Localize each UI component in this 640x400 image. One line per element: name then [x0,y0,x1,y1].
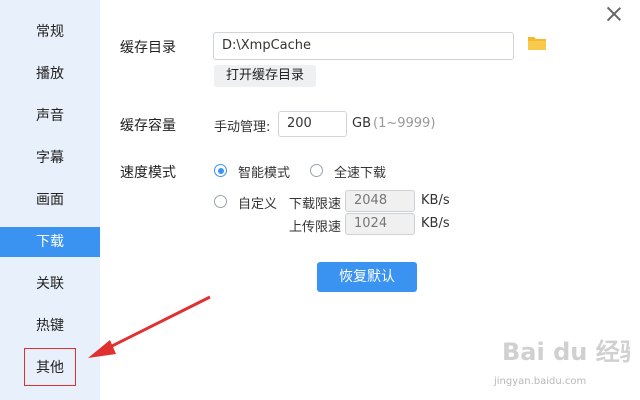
sidebar-item-label: 播放 [36,66,64,82]
annotation-highlight-box [24,348,76,386]
cache-capacity-label: 缓存容量 [120,118,176,134]
baidu-watermark-logo: Bai du 经验 [502,338,630,366]
cache-dir-label: 缓存目录 [120,40,176,56]
sidebar-item-association[interactable]: 关联 [0,269,100,299]
upload-limit-input[interactable]: 1024 [345,213,415,235]
capacity-unit: GB [352,116,371,131]
cache-capacity-input[interactable]: 200 [278,111,347,137]
open-cache-dir-button[interactable]: 打开缓存目录 [214,65,317,87]
download-limit-label: 下载限速 [289,197,342,212]
sidebar-item-picture[interactable]: 画面 [0,185,100,215]
radio-smart-mode[interactable] [214,164,227,177]
capacity-range-hint: (1~9999) [373,116,436,131]
folder-icon[interactable] [527,35,547,51]
radio-full-speed[interactable] [310,164,323,177]
sidebar-item-hotkeys[interactable]: 热键 [0,311,100,341]
close-icon[interactable] [606,6,622,22]
sidebar-item-sound[interactable]: 声音 [0,101,100,131]
cache-dir-path-input[interactable]: D:\XmpCache [213,32,514,60]
sidebar-item-general[interactable]: 常规 [0,17,100,47]
custom-label[interactable]: 自定义 [238,193,277,212]
sidebar-item-download[interactable]: 下载 [0,227,100,257]
speed-mode-label: 速度模式 [120,165,176,181]
upload-limit-unit: KB/s [421,216,450,231]
manual-management-label: 手动管理: [214,120,271,135]
sidebar-item-label: 声音 [36,108,64,124]
full-speed-label[interactable]: 全速下载 [334,162,386,181]
download-limit-input[interactable]: 2048 [345,190,415,212]
download-limit-unit: KB/s [421,193,450,208]
watermark-logo-text: Bai du 经验 [502,338,630,366]
upload-limit-label: 上传限速 [289,220,342,235]
smart-mode-label[interactable]: 智能模式 [238,162,290,181]
sidebar-item-label: 热键 [36,318,64,334]
sidebar-item-label: 常规 [36,24,64,40]
sidebar-item-label: 下载 [36,234,64,250]
sidebar-item-playback[interactable]: 播放 [0,59,100,89]
restore-defaults-button[interactable]: 恢复默认 [317,262,417,292]
watermark-url: jingyan.baidu.com [494,376,587,387]
radio-custom[interactable] [214,195,227,208]
settings-sidebar: 常规 播放 声音 字幕 画面 下载 关联 热键 其他 [0,0,100,400]
sidebar-item-label: 关联 [36,276,64,292]
sidebar-item-subtitles[interactable]: 字幕 [0,143,100,173]
sidebar-item-label: 画面 [36,192,64,208]
sidebar-item-label: 字幕 [36,150,64,166]
